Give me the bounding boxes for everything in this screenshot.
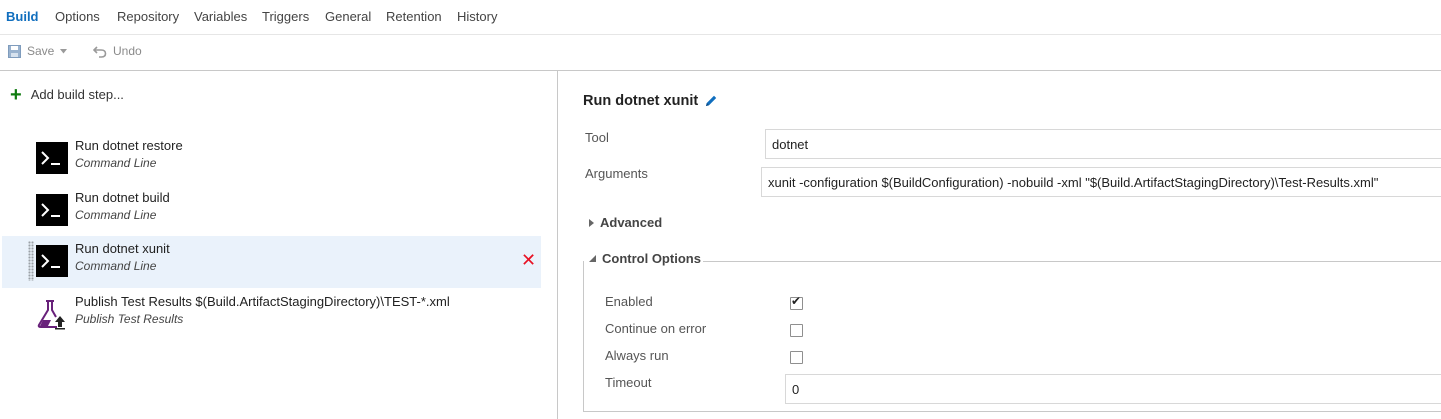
- undo-icon: [93, 45, 107, 58]
- save-button[interactable]: Save: [8, 44, 68, 58]
- task-title: Run dotnet xunit: [583, 93, 718, 109]
- undo-button[interactable]: Undo: [93, 44, 142, 58]
- chevron-right-icon: [589, 218, 594, 227]
- tool-input[interactable]: dotnet: [765, 129, 1441, 159]
- build-step-title: Run dotnet restore: [75, 138, 183, 153]
- command-line-icon: [36, 245, 68, 277]
- build-step-subtitle: Publish Test Results: [75, 312, 184, 326]
- build-step-title: Run dotnet xunit: [75, 241, 170, 256]
- continue-on-error-label: Continue on error: [605, 321, 707, 336]
- tab-general[interactable]: General: [325, 9, 371, 24]
- build-step-item[interactable]: Run dotnet build Command Line: [2, 185, 541, 237]
- enabled-label: Enabled: [605, 294, 653, 309]
- build-steps-panel: + Add build step... Run dotnet restore C…: [0, 71, 558, 419]
- control-options-label: Control Options: [602, 251, 701, 266]
- undo-label: Undo: [113, 44, 142, 58]
- tab-retention[interactable]: Retention: [386, 9, 442, 24]
- task-title-text: Run dotnet xunit: [583, 93, 699, 109]
- tab-options[interactable]: Options: [55, 9, 100, 24]
- build-step-item[interactable]: Run dotnet restore Command Line: [2, 133, 541, 185]
- build-step-subtitle: Command Line: [75, 156, 157, 170]
- drag-handle[interactable]: [28, 241, 34, 281]
- tab-bar: Build Options Repository Variables Trigg…: [0, 0, 1441, 35]
- continue-on-error-checkbox[interactable]: [790, 324, 803, 337]
- divider: [703, 261, 1441, 262]
- add-build-step-label: Add build step...: [30, 87, 124, 102]
- advanced-section-toggle[interactable]: Advanced: [589, 215, 662, 230]
- always-run-checkbox[interactable]: [790, 351, 803, 364]
- tool-label: Tool: [585, 130, 609, 145]
- triangle-expanded-icon: [589, 255, 596, 262]
- build-step-item-selected[interactable]: Run dotnet xunit Command Line ✕: [2, 236, 541, 288]
- tab-variables[interactable]: Variables: [194, 9, 247, 24]
- timeout-input[interactable]: 0: [785, 374, 1441, 404]
- always-run-label: Always run: [605, 348, 669, 363]
- control-options-toggle[interactable]: Control Options: [589, 251, 701, 266]
- tab-history[interactable]: History: [457, 9, 497, 24]
- pencil-icon[interactable]: [704, 94, 718, 108]
- save-icon: [8, 44, 21, 58]
- add-build-step-button[interactable]: + Add build step...: [10, 83, 124, 106]
- build-step-subtitle: Command Line: [75, 259, 157, 273]
- timeout-label: Timeout: [605, 375, 652, 390]
- toolbar: Save Undo: [0, 34, 1441, 71]
- arguments-input[interactable]: xunit -configuration $(BuildConfiguratio…: [761, 167, 1441, 197]
- tab-repository[interactable]: Repository: [117, 9, 179, 24]
- chevron-down-icon: [60, 48, 68, 53]
- build-step-title: Run dotnet build: [75, 190, 170, 205]
- arguments-label: Arguments: [585, 166, 648, 181]
- build-step-item[interactable]: Publish Test Results $(Build.ArtifactSta…: [2, 289, 541, 341]
- tab-build[interactable]: Build: [6, 9, 39, 24]
- tab-triggers[interactable]: Triggers: [262, 9, 309, 24]
- flask-upload-icon: [36, 298, 68, 330]
- build-step-title: Publish Test Results $(Build.ArtifactSta…: [75, 294, 450, 309]
- build-step-subtitle: Command Line: [75, 208, 157, 222]
- delete-step-button[interactable]: ✕: [521, 251, 536, 269]
- command-line-icon: [36, 194, 68, 226]
- save-label: Save: [27, 44, 55, 58]
- task-detail-panel: Run dotnet xunit Tool dotnet Arguments x…: [558, 71, 1441, 419]
- advanced-label: Advanced: [600, 215, 663, 230]
- check-icon: ✔: [791, 294, 802, 308]
- command-line-icon: [36, 142, 68, 174]
- enabled-checkbox[interactable]: ✔: [790, 294, 803, 310]
- plus-icon: +: [10, 83, 22, 106]
